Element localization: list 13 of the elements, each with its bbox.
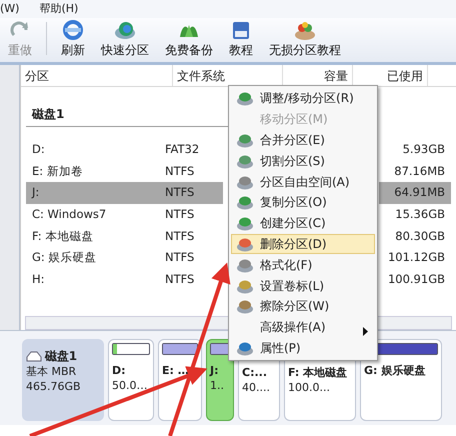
disk-size: 465.76GB xyxy=(26,379,82,394)
partition-label: G: 娱乐硬盘 xyxy=(364,363,426,378)
partition-label: C:... xyxy=(242,365,268,380)
partition-label: J: xyxy=(210,363,220,378)
disk-name: 磁盘1 xyxy=(44,349,78,364)
partition-size: 1.. xyxy=(210,378,225,393)
partition-size: 100.0... xyxy=(288,380,331,395)
disk-type: 基本 MBR xyxy=(26,364,78,379)
partition-size: 50.0… xyxy=(112,378,148,393)
partition-label: E: … xyxy=(162,363,190,378)
partition-label: D: xyxy=(112,363,127,378)
partition-label: F: 本地磁盘 xyxy=(288,365,348,380)
partition-size: 40.... xyxy=(242,380,271,395)
